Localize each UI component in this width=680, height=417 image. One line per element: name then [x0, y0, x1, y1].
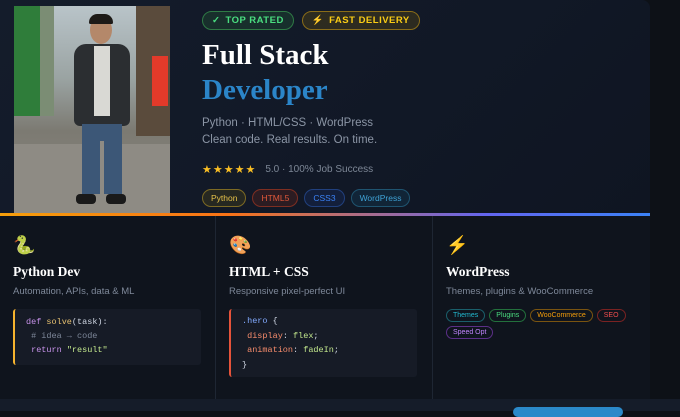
page-title: Full Stack: [202, 39, 329, 71]
card-title: Python Dev: [13, 264, 81, 279]
tag-css3[interactable]: CSS3: [304, 189, 345, 207]
top-rated-label: TOP RATED: [225, 15, 284, 26]
card-python[interactable]: 🐍 Python Dev Automation, APIs, data & ML…: [0, 216, 216, 399]
card-description: Themes, plugins & WooCommerce: [446, 286, 594, 297]
code-comment: # idea → code: [26, 331, 98, 341]
card-title: HTML + CSS: [229, 264, 309, 279]
card-description: Responsive pixel-perfect UI: [229, 286, 346, 297]
tag-python[interactable]: Python: [202, 189, 247, 207]
card-wordpress[interactable]: ⚡ WordPress Themes, plugins & WooCommerc…: [433, 216, 650, 399]
checkmark-icon: ✓: [212, 15, 221, 26]
rating-row: ★★★★★ 5.0 · 100% Job Success: [202, 163, 373, 176]
badge-row: ✓ TOP RATED ⚡ FAST DELIVERY: [202, 11, 420, 30]
code-text: :: [293, 345, 304, 355]
tag-wordpress[interactable]: WordPress: [350, 189, 411, 207]
lightning-icon: ⚡: [311, 15, 325, 26]
code-property: display: [242, 330, 283, 341]
code-line: display: flex;: [242, 329, 417, 344]
skills-subtitle: Python · HTML/CSS · WordPress: [202, 117, 374, 129]
code-line: # idea → code: [26, 329, 201, 343]
tag-seo[interactable]: SEO: [596, 309, 626, 322]
code-line: .hero {: [242, 314, 417, 329]
rating-text: 5.0 · 100% Job Success: [265, 164, 374, 175]
code-snippet: def solve(task): # idea → code return "r…: [13, 309, 201, 365]
card-title: WordPress: [446, 264, 510, 279]
code-line: }: [242, 358, 417, 373]
code-string: "result": [66, 345, 108, 355]
code-keyword: def: [26, 317, 47, 327]
code-text: (task):: [71, 317, 108, 327]
tag-speed-opt[interactable]: Speed Opt: [446, 326, 494, 339]
wordpress-tags: Themes Plugins WooCommerce SEO Speed Opt: [446, 309, 636, 339]
code-text: ;: [313, 330, 319, 341]
page-title-accent: Developer: [202, 74, 328, 106]
service-cards: 🐍 Python Dev Automation, APIs, data & ML…: [0, 216, 650, 399]
profile-hero: ✓ TOP RATED ⚡ FAST DELIVERY Full Stack D…: [0, 0, 650, 214]
code-text: }: [242, 359, 248, 370]
code-selector: .hero: [242, 316, 268, 326]
top-rated-badge: ✓ TOP RATED: [202, 11, 294, 30]
tag-html5[interactable]: HTML5: [252, 189, 299, 207]
tag-plugins[interactable]: Plugins: [489, 309, 527, 322]
code-keyword: return: [26, 345, 67, 355]
code-text: ;: [333, 345, 339, 355]
tag-woocommerce[interactable]: WooCommerce: [530, 309, 593, 322]
fast-delivery-label: FAST DELIVERY: [329, 15, 410, 26]
code-line: return "result": [26, 343, 201, 357]
star-rating-icon: ★★★★★: [202, 164, 257, 176]
cta-button[interactable]: [513, 407, 623, 417]
lightning-icon: ⚡: [446, 235, 469, 255]
card-html-css[interactable]: 🎨 HTML + CSS Responsive pixel-perfect UI…: [216, 216, 433, 399]
tag-themes[interactable]: Themes: [446, 309, 486, 322]
snake-icon: 🐍: [13, 235, 36, 255]
fast-delivery-badge: ⚡ FAST DELIVERY: [301, 11, 420, 30]
profile-photo: [14, 6, 170, 214]
code-function: solve: [46, 317, 72, 327]
code-text: :: [282, 330, 294, 341]
code-value: fadeIn: [303, 345, 334, 355]
code-line: animation: fadeIn;: [242, 343, 417, 358]
skill-tags: Python HTML5 CSS3 WordPress: [202, 189, 411, 207]
tagline: Clean code. Real results. On time.: [202, 134, 378, 146]
code-property: animation: [242, 345, 294, 355]
code-text: {: [267, 316, 278, 326]
code-value: flex: [293, 330, 314, 341]
card-description: Automation, APIs, data & ML: [13, 286, 135, 297]
palette-icon: 🎨: [229, 235, 252, 255]
code-line: def solve(task):: [26, 315, 201, 329]
code-snippet: .hero { display: flex; animation: fadeIn…: [229, 309, 417, 377]
